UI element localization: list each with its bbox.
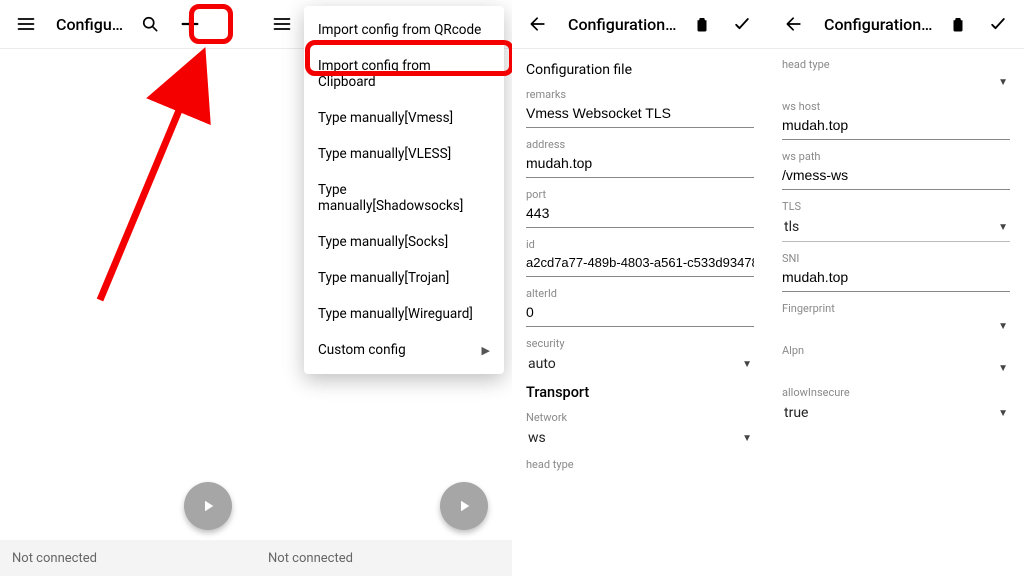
form: Configuration file remarks address port … xyxy=(512,48,768,576)
menu-item-manual-trojan[interactable]: Type manually[Trojan] xyxy=(304,260,504,296)
select-value: auto xyxy=(528,356,556,372)
chevron-down-icon: ▼ xyxy=(998,321,1008,332)
select-tls[interactable]: tls ▼ xyxy=(782,213,1010,242)
menu-item-manual-vless[interactable]: Type manually[VLESS] xyxy=(304,136,504,172)
add-icon[interactable] xyxy=(172,6,208,42)
menu-item-label: Import config from Clipboard xyxy=(318,58,490,90)
menu-item-manual-vmess[interactable]: Type manually[Vmess] xyxy=(304,100,504,136)
menu-item-label: Custom config xyxy=(318,342,406,358)
pane-config-form-1: Configuration file Configuration file re… xyxy=(512,0,768,576)
check-icon[interactable] xyxy=(980,6,1016,42)
menu-icon[interactable] xyxy=(264,6,300,42)
select-network[interactable]: ws ▼ xyxy=(526,424,754,448)
label-wspath: ws path xyxy=(782,150,1010,163)
menu-item-manual-shadowsocks[interactable]: Type manually[Shadowsocks] xyxy=(304,172,504,224)
input-alterid[interactable] xyxy=(526,300,754,327)
input-address[interactable] xyxy=(526,151,754,178)
pane-home-1: Configuration… Not connected xyxy=(0,0,256,576)
chevron-down-icon: ▼ xyxy=(998,222,1008,233)
menu-item-label: Type manually[Socks] xyxy=(318,234,448,250)
play-fab[interactable] xyxy=(440,482,488,530)
chevron-down-icon: ▼ xyxy=(742,359,752,370)
select-headtype[interactable]: ▼ xyxy=(782,71,1010,90)
appbar-title: Configuration… xyxy=(48,15,128,34)
chevron-down-icon: ▼ xyxy=(998,363,1008,374)
appbar: Configuration file xyxy=(768,0,1024,48)
input-wshost[interactable] xyxy=(782,113,1010,140)
back-icon[interactable] xyxy=(520,6,556,42)
label-id: id xyxy=(526,238,754,251)
appbar-title: Configuration file xyxy=(816,15,936,34)
search-icon[interactable] xyxy=(132,6,168,42)
label-security: security xyxy=(526,337,754,350)
section-title: Configuration file xyxy=(526,62,754,78)
input-sni[interactable] xyxy=(782,265,1010,292)
menu-item-manual-socks[interactable]: Type manually[Socks] xyxy=(304,224,504,260)
input-port[interactable] xyxy=(526,201,754,228)
select-fingerprint[interactable]: ▼ xyxy=(782,315,1010,334)
menu-item-manual-wireguard[interactable]: Type manually[Wireguard] xyxy=(304,296,504,332)
select-security[interactable]: auto ▼ xyxy=(526,350,754,374)
input-wspath[interactable] xyxy=(782,163,1010,190)
chevron-down-icon: ▼ xyxy=(742,433,752,444)
input-remarks[interactable] xyxy=(526,101,754,128)
label-sni: SNI xyxy=(782,252,1010,265)
back-icon[interactable] xyxy=(776,6,812,42)
section-transport: Transport xyxy=(526,384,754,401)
menu-icon[interactable] xyxy=(8,6,44,42)
select-allowinsecure[interactable]: true ▼ xyxy=(782,399,1010,423)
label-remarks: remarks xyxy=(526,88,754,101)
label-tls: TLS xyxy=(782,200,1010,213)
play-fab[interactable] xyxy=(184,482,232,530)
status-bar: Not connected xyxy=(0,540,256,576)
appbar: Configuration file xyxy=(512,0,768,48)
label-fingerprint: Fingerprint xyxy=(782,302,1010,315)
label-headtype: head type xyxy=(782,58,1010,71)
form: head type ▼ ws host ws path TLS tls ▼ SN… xyxy=(768,48,1024,576)
chevron-down-icon: ▼ xyxy=(998,77,1008,88)
appbar-title: Configuration file xyxy=(560,15,680,34)
label-wshost: ws host xyxy=(782,100,1010,113)
chevron-down-icon: ▼ xyxy=(998,408,1008,419)
input-id[interactable] xyxy=(526,251,754,277)
chevron-right-icon: ▶ xyxy=(482,344,490,357)
add-menu: Import config from QRcode Import config … xyxy=(304,6,504,374)
select-value: tls xyxy=(784,219,799,235)
appbar: Configuration… xyxy=(0,0,256,48)
menu-item-custom-config[interactable]: Custom config ▶ xyxy=(304,332,504,368)
label-address: address xyxy=(526,138,754,151)
pane-config-form-2: Configuration file head type ▼ ws host w… xyxy=(768,0,1024,576)
menu-item-label: Type manually[VLESS] xyxy=(318,146,451,162)
menu-item-label: Import config from QRcode xyxy=(318,22,481,38)
select-alpn[interactable]: ▼ xyxy=(782,357,1010,376)
menu-item-import-qrcode[interactable]: Import config from QRcode xyxy=(304,12,504,48)
select-value: true xyxy=(784,405,808,421)
pane-home-2: Confi Not connected Import config from Q… xyxy=(256,0,512,576)
label-port: port xyxy=(526,188,754,201)
menu-item-label: Type manually[Wireguard] xyxy=(318,306,473,322)
menu-item-import-clipboard[interactable]: Import config from Clipboard xyxy=(304,48,504,100)
select-value: ws xyxy=(528,430,546,446)
label-allowinsecure: allowInsecure xyxy=(782,386,1010,399)
menu-item-label: Type manually[Trojan] xyxy=(318,270,449,286)
label-network: Network xyxy=(526,411,754,424)
status-bar: Not connected xyxy=(256,540,512,576)
pane-body: Not connected xyxy=(0,48,256,576)
menu-item-label: Type manually[Shadowsocks] xyxy=(318,182,490,214)
delete-icon[interactable] xyxy=(940,6,976,42)
check-icon[interactable] xyxy=(724,6,760,42)
label-alpn: Alpn xyxy=(782,344,1010,357)
menu-item-label: Type manually[Vmess] xyxy=(318,110,453,126)
overflow-icon[interactable] xyxy=(212,6,248,42)
delete-icon[interactable] xyxy=(684,6,720,42)
label-headtype: head type xyxy=(526,458,754,471)
label-alterid: alterId xyxy=(526,287,754,300)
